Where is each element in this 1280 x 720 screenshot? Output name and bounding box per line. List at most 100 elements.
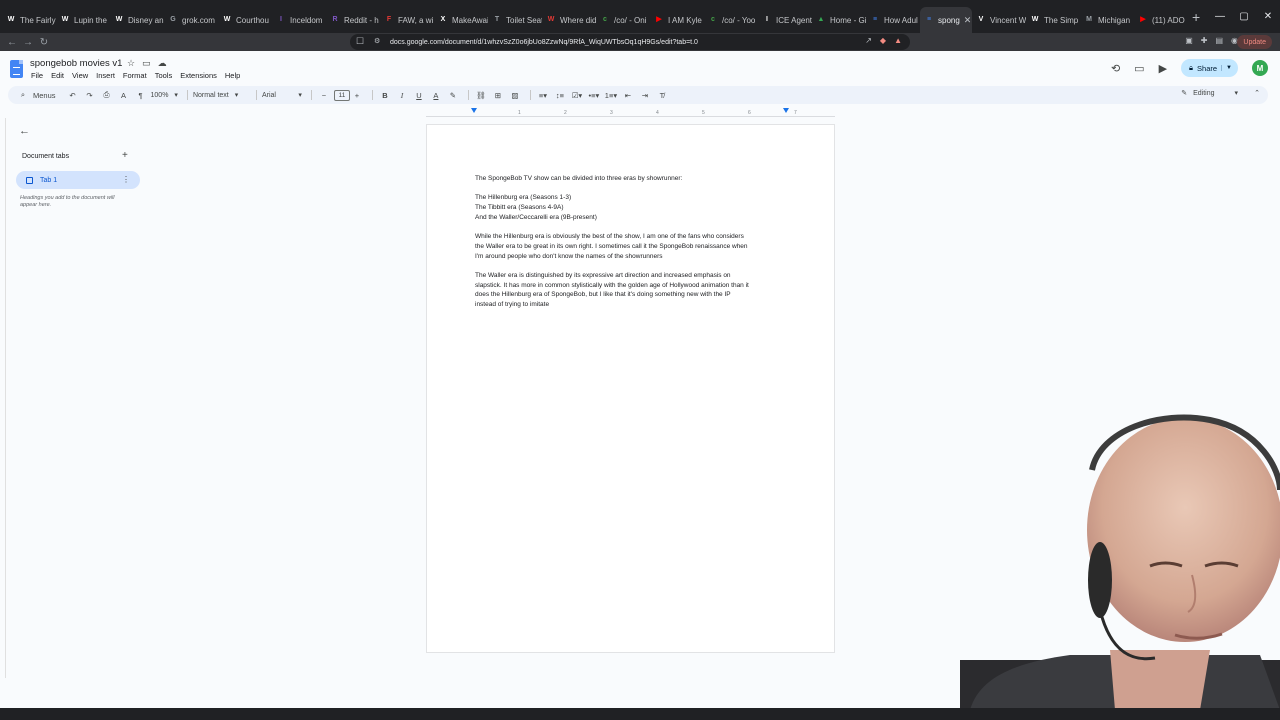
browser-tab[interactable]: W Disney an (110, 7, 164, 33)
editing-mode-select[interactable]: ✎ Editing ▾ (1181, 89, 1238, 98)
browser-tab[interactable]: V Vincent W (972, 7, 1026, 33)
spellcheck-icon[interactable]: A (117, 88, 131, 102)
puzzle-icon[interactable]: ✚ (1201, 36, 1208, 45)
extension-vpn-icon[interactable]: ▲ (894, 36, 902, 45)
bookmark-icon[interactable]: ☐ (356, 36, 364, 47)
back-icon[interactable]: ← (4, 37, 20, 48)
underline-icon[interactable]: U (412, 88, 426, 102)
url-bar[interactable]: ☐ ⚙ docs.google.com/document/d/1whzvSzZ0… (350, 34, 910, 50)
meet-icon[interactable]: ▶ (1159, 62, 1167, 75)
move-folder-icon[interactable]: ▭ (142, 58, 151, 69)
back-arrow-icon[interactable]: ← (19, 125, 30, 137)
search-menus-icon[interactable]: ⌕ (16, 88, 30, 102)
browser-tab[interactable]: W Lupin the (56, 7, 110, 33)
add-comment-icon[interactable]: ⊞ (491, 88, 505, 102)
zoom-select[interactable]: 100% ▾ (151, 91, 178, 100)
account-avatar[interactable]: M (1252, 60, 1268, 76)
browser-tab[interactable]: M Michigan (1080, 7, 1134, 33)
font-size-input[interactable]: 11 (333, 89, 350, 101)
extension-shield-icon[interactable]: ◆ (880, 36, 886, 45)
menu-item-view[interactable]: View (72, 71, 88, 80)
numbered-list-icon[interactable]: 1≡▾ (604, 88, 618, 102)
italic-icon[interactable]: I (395, 88, 409, 102)
highlight-icon[interactable]: ✎ (446, 88, 460, 102)
site-info-icon[interactable]: ⚙ (374, 37, 380, 45)
menu-item-tools[interactable]: Tools (155, 71, 173, 80)
browser-tab[interactable]: c/co/ - Oni (596, 7, 650, 33)
maximize-icon[interactable]: ▢ (1232, 0, 1256, 33)
browser-tab[interactable]: W The Simp (1026, 7, 1080, 33)
paint-format-icon[interactable]: ¶ (134, 88, 148, 102)
menu-item-insert[interactable]: Insert (96, 71, 115, 80)
menus-label[interactable]: Menus (33, 88, 56, 102)
browser-tab[interactable]: ▶ I AM Kyle (650, 7, 704, 33)
browser-tab[interactable]: W Where did (542, 7, 596, 33)
bold-icon[interactable]: B (378, 88, 392, 102)
forward-icon[interactable]: → (20, 37, 36, 48)
comments-icon[interactable]: ▭ (1134, 62, 1144, 75)
add-tab-icon[interactable]: + (122, 150, 128, 161)
decrease-indent-icon[interactable]: ⇤ (621, 88, 635, 102)
align-icon[interactable]: ≡▾ (536, 88, 550, 102)
insert-image-icon[interactable]: ▨ (508, 88, 522, 102)
vertical-ruler[interactable] (0, 118, 6, 678)
sidebar-tab-1[interactable]: Tab 1 ⋮ (16, 171, 140, 189)
more-options-icon[interactable]: ⋮ (122, 175, 130, 184)
share-button[interactable]: 🔒︎ Share ▼ (1181, 59, 1238, 77)
close-window-icon[interactable]: ✕ (1256, 0, 1280, 33)
document-page[interactable]: The SpongeBob TV show can be divided int… (426, 124, 835, 653)
menu-item-format[interactable]: Format (123, 71, 147, 80)
browser-tab[interactable]: ▲ Home - Gi (812, 7, 866, 33)
browser-tab[interactable]: W Courthou (218, 7, 272, 33)
update-button[interactable]: Update (1237, 35, 1272, 49)
bulleted-list-icon[interactable]: •≡▾ (587, 88, 601, 102)
document-title[interactable]: spongebob movies v1 (30, 58, 122, 69)
browser-tab[interactable]: X MakeAwai (434, 7, 488, 33)
checklist-icon[interactable]: ☑▾ (570, 88, 584, 102)
sidepanel-icon[interactable]: ▤ (1215, 36, 1223, 45)
new-tab-icon[interactable]: + (1192, 9, 1200, 25)
chevron-down-icon[interactable]: ▼ (1221, 65, 1232, 71)
menu-item-extensions[interactable]: Extensions (180, 71, 217, 80)
left-indent-marker[interactable] (471, 108, 477, 113)
version-history-icon[interactable]: ⟲ (1111, 62, 1120, 75)
clear-formatting-icon[interactable]: T̸ (655, 88, 669, 102)
browser-tab[interactable]: ≡ How Adul (866, 7, 920, 33)
browser-tab[interactable]: T Toilet Seat (488, 7, 542, 33)
browser-tab[interactable]: F FAW, a wi (380, 7, 434, 33)
browser-tab[interactable]: ≡ spong ✕ (920, 7, 972, 33)
browser-tab[interactable]: W The Fairly (2, 7, 56, 33)
menu-item-file[interactable]: File (31, 71, 43, 80)
menu-item-help[interactable]: Help (225, 71, 240, 80)
increase-font-size-icon[interactable]: + (350, 88, 364, 102)
reload-icon[interactable]: ↻ (36, 37, 52, 48)
cloud-saved-icon[interactable]: ☁ (158, 58, 167, 69)
horizontal-ruler[interactable]: 1 2 3 4 5 6 7 (426, 108, 835, 117)
browser-tab[interactable]: I Inceldom (272, 7, 326, 33)
browser-tab[interactable]: ▶ (11) ADO (1134, 7, 1188, 33)
text-color-icon[interactable]: A (429, 88, 443, 102)
star-icon[interactable]: ☆ (127, 58, 135, 69)
print-icon[interactable]: ⎙ (100, 88, 114, 102)
browser-tab[interactable]: Ggrok.com (164, 7, 218, 33)
share-page-icon[interactable]: ↗ (865, 36, 872, 45)
style-select[interactable]: Normal text ▾ (193, 91, 247, 100)
menu-item-edit[interactable]: Edit (51, 71, 64, 80)
right-indent-marker[interactable] (783, 108, 789, 113)
extension-icon[interactable]: ▣ (1185, 36, 1193, 45)
link-icon[interactable]: ⛓ (474, 88, 488, 102)
hide-menus-icon[interactable]: ⌃ (1254, 89, 1260, 97)
minimize-icon[interactable]: — (1208, 0, 1232, 33)
docs-logo-icon[interactable] (10, 60, 23, 78)
line-spacing-icon[interactable]: ↕≡ (553, 88, 567, 102)
redo-icon[interactable]: ↷ (83, 88, 97, 102)
browser-tab[interactable]: c/co/ - Yoo (704, 7, 758, 33)
increase-indent-icon[interactable]: ⇥ (638, 88, 652, 102)
font-select[interactable]: Arial ▾ (262, 91, 302, 100)
browser-tab[interactable]: R Reddit - h (326, 7, 380, 33)
document-body[interactable]: The SpongeBob TV show can be divided int… (475, 174, 789, 310)
decrease-font-size-icon[interactable]: − (317, 88, 331, 102)
undo-icon[interactable]: ↶ (66, 88, 80, 102)
browser-tab[interactable]: I ICE Agents (758, 7, 812, 33)
close-tab-icon[interactable]: ✕ (964, 15, 972, 26)
